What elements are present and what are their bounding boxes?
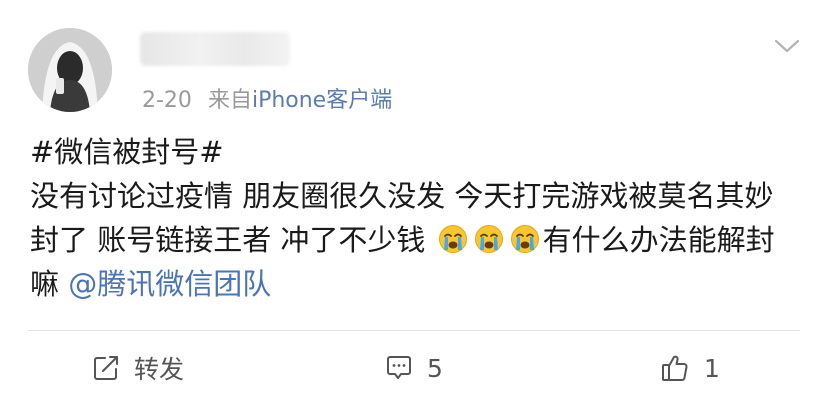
username-blurred[interactable] (140, 32, 290, 66)
avatar-image (28, 28, 112, 112)
post-meta: 2-20 来自iPhone客户端 (142, 82, 392, 114)
repost-icon (93, 356, 118, 380)
repost-button[interactable]: 转发 (0, 331, 276, 405)
thumbs-up-icon (662, 355, 688, 381)
repost-label: 转发 (133, 355, 184, 384)
post-body: #微信被封号# 没有讨论过疫情 朋友圈很久没发 今天打完游戏被莫名其妙封了 账号… (30, 130, 800, 306)
like-button[interactable]: 1 (552, 331, 828, 405)
avatar[interactable] (28, 28, 112, 112)
like-count: 1 (704, 353, 720, 383)
source-client-suffix[interactable]: 客户端 (326, 88, 392, 113)
weibo-post-card: 2-20 来自iPhone客户端 #微信被封号# 没有讨论过疫情 朋友圈很久没发 … (0, 0, 828, 405)
comment-button[interactable]: 5 (276, 331, 552, 405)
crying-face-icon (474, 222, 504, 253)
hashtag-link[interactable]: #微信被封号# (30, 135, 224, 169)
comment-icon (387, 356, 412, 379)
source-prefix: 来自 (207, 88, 252, 113)
post-date: 2-20 (142, 88, 192, 113)
action-bar: 转发 5 1 (0, 331, 828, 405)
source-client-link[interactable]: iPhone (252, 88, 326, 113)
chevron-down-icon[interactable] (772, 34, 802, 58)
mention-link[interactable]: @腾讯微信团队 (68, 267, 271, 301)
crying-face-icon (510, 222, 540, 253)
comment-count: 5 (427, 353, 443, 383)
crying-face-icon (438, 222, 468, 253)
